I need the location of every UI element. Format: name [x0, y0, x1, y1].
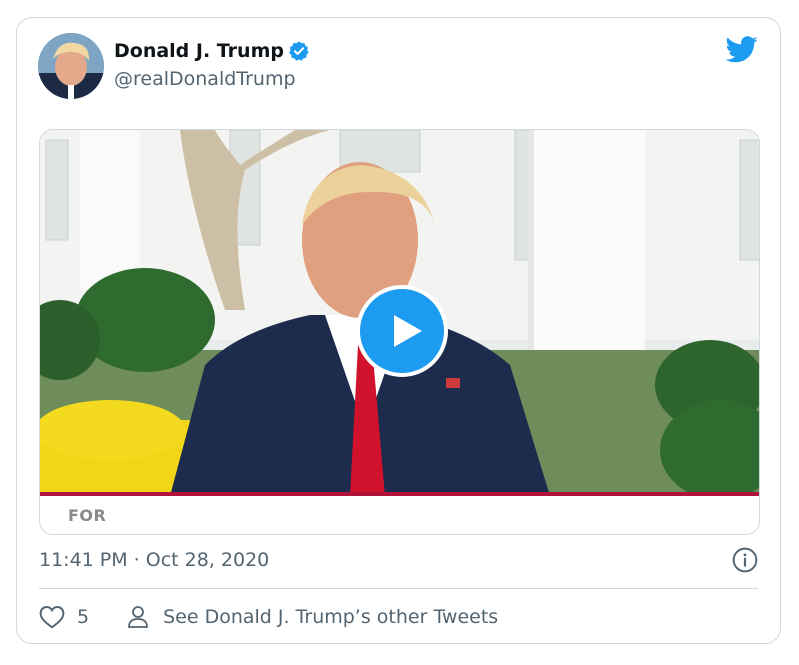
twitter-bird-icon[interactable]	[726, 36, 758, 63]
avatar-image	[38, 33, 104, 99]
person-icon	[128, 606, 148, 628]
see-other-tweets-label: See Donald J. Trump’s other Tweets	[163, 606, 499, 628]
divider	[39, 588, 758, 589]
play-button[interactable]	[356, 285, 448, 377]
verified-badge-icon	[289, 41, 309, 61]
tweet-actions: 5 See Donald J. Trump’s other Tweets	[39, 602, 498, 632]
like-count: 5	[77, 606, 90, 628]
author-name[interactable]: Donald J. Trump	[114, 40, 284, 62]
heart-icon	[39, 606, 65, 629]
tweet-card[interactable]: Donald J. Trump @realDonaldTrump FOR 11:…	[16, 17, 781, 644]
author-name-row[interactable]: Donald J. Trump	[114, 40, 310, 62]
author-handle[interactable]: @realDonaldTrump	[114, 68, 296, 90]
tweet-timestamp[interactable]: 11:41 PM · Oct 28, 2020	[39, 549, 269, 571]
video-media[interactable]: FOR	[39, 129, 760, 535]
play-icon	[394, 315, 422, 347]
video-lower-third-text: FOR	[68, 506, 107, 525]
avatar[interactable]	[38, 33, 104, 99]
video-red-bar	[40, 492, 759, 496]
like-button[interactable]: 5	[39, 605, 89, 629]
see-other-tweets-link[interactable]: See Donald J. Trump’s other Tweets	[127, 605, 498, 629]
info-icon[interactable]	[732, 547, 758, 573]
